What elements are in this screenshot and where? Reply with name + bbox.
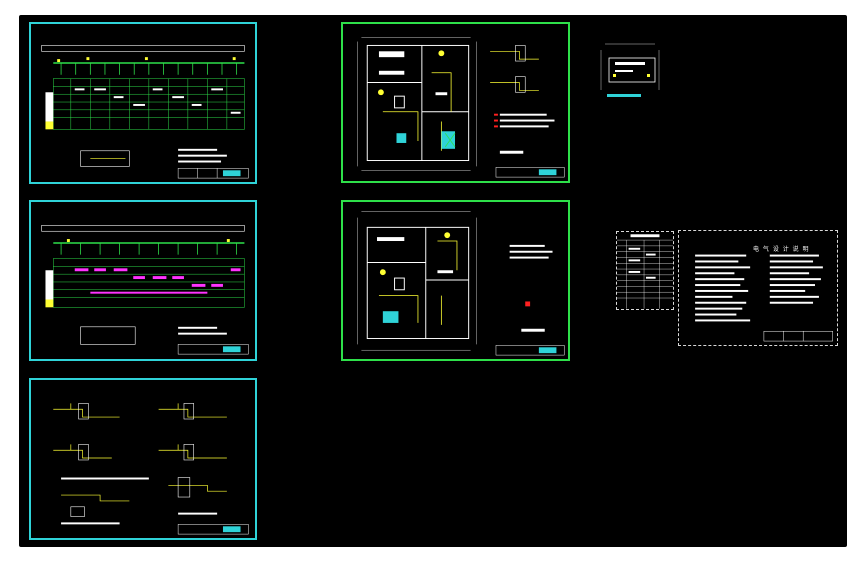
wiring-diagrams — [53, 403, 249, 535]
sheet-floor-plan-1[interactable] — [341, 22, 570, 183]
distribution-diagram-mid — [41, 225, 249, 355]
equipment-table-grid — [617, 234, 673, 309]
sheet-distribution-top[interactable] — [29, 22, 257, 184]
floor-plan-2-drawing — [357, 211, 565, 356]
sheet-equipment-table[interactable] — [616, 231, 674, 310]
sheet-wiring-diagrams[interactable] — [29, 378, 257, 540]
design-notes-text-block — [695, 254, 833, 342]
cad-drawing-canvas[interactable]: 电 气 设 计 说 明 — [19, 15, 847, 547]
distribution-diagram-top — [41, 45, 249, 179]
sheet-symbol-legend[interactable] — [593, 30, 671, 102]
floor-plan-1-drawing — [357, 37, 565, 178]
sheet-design-notes[interactable]: 电 气 设 计 说 明 — [678, 230, 838, 346]
sheet-distribution-mid[interactable] — [29, 200, 257, 361]
sheet-floor-plan-2[interactable] — [341, 200, 570, 361]
symbol-legend-drawing — [600, 43, 660, 97]
